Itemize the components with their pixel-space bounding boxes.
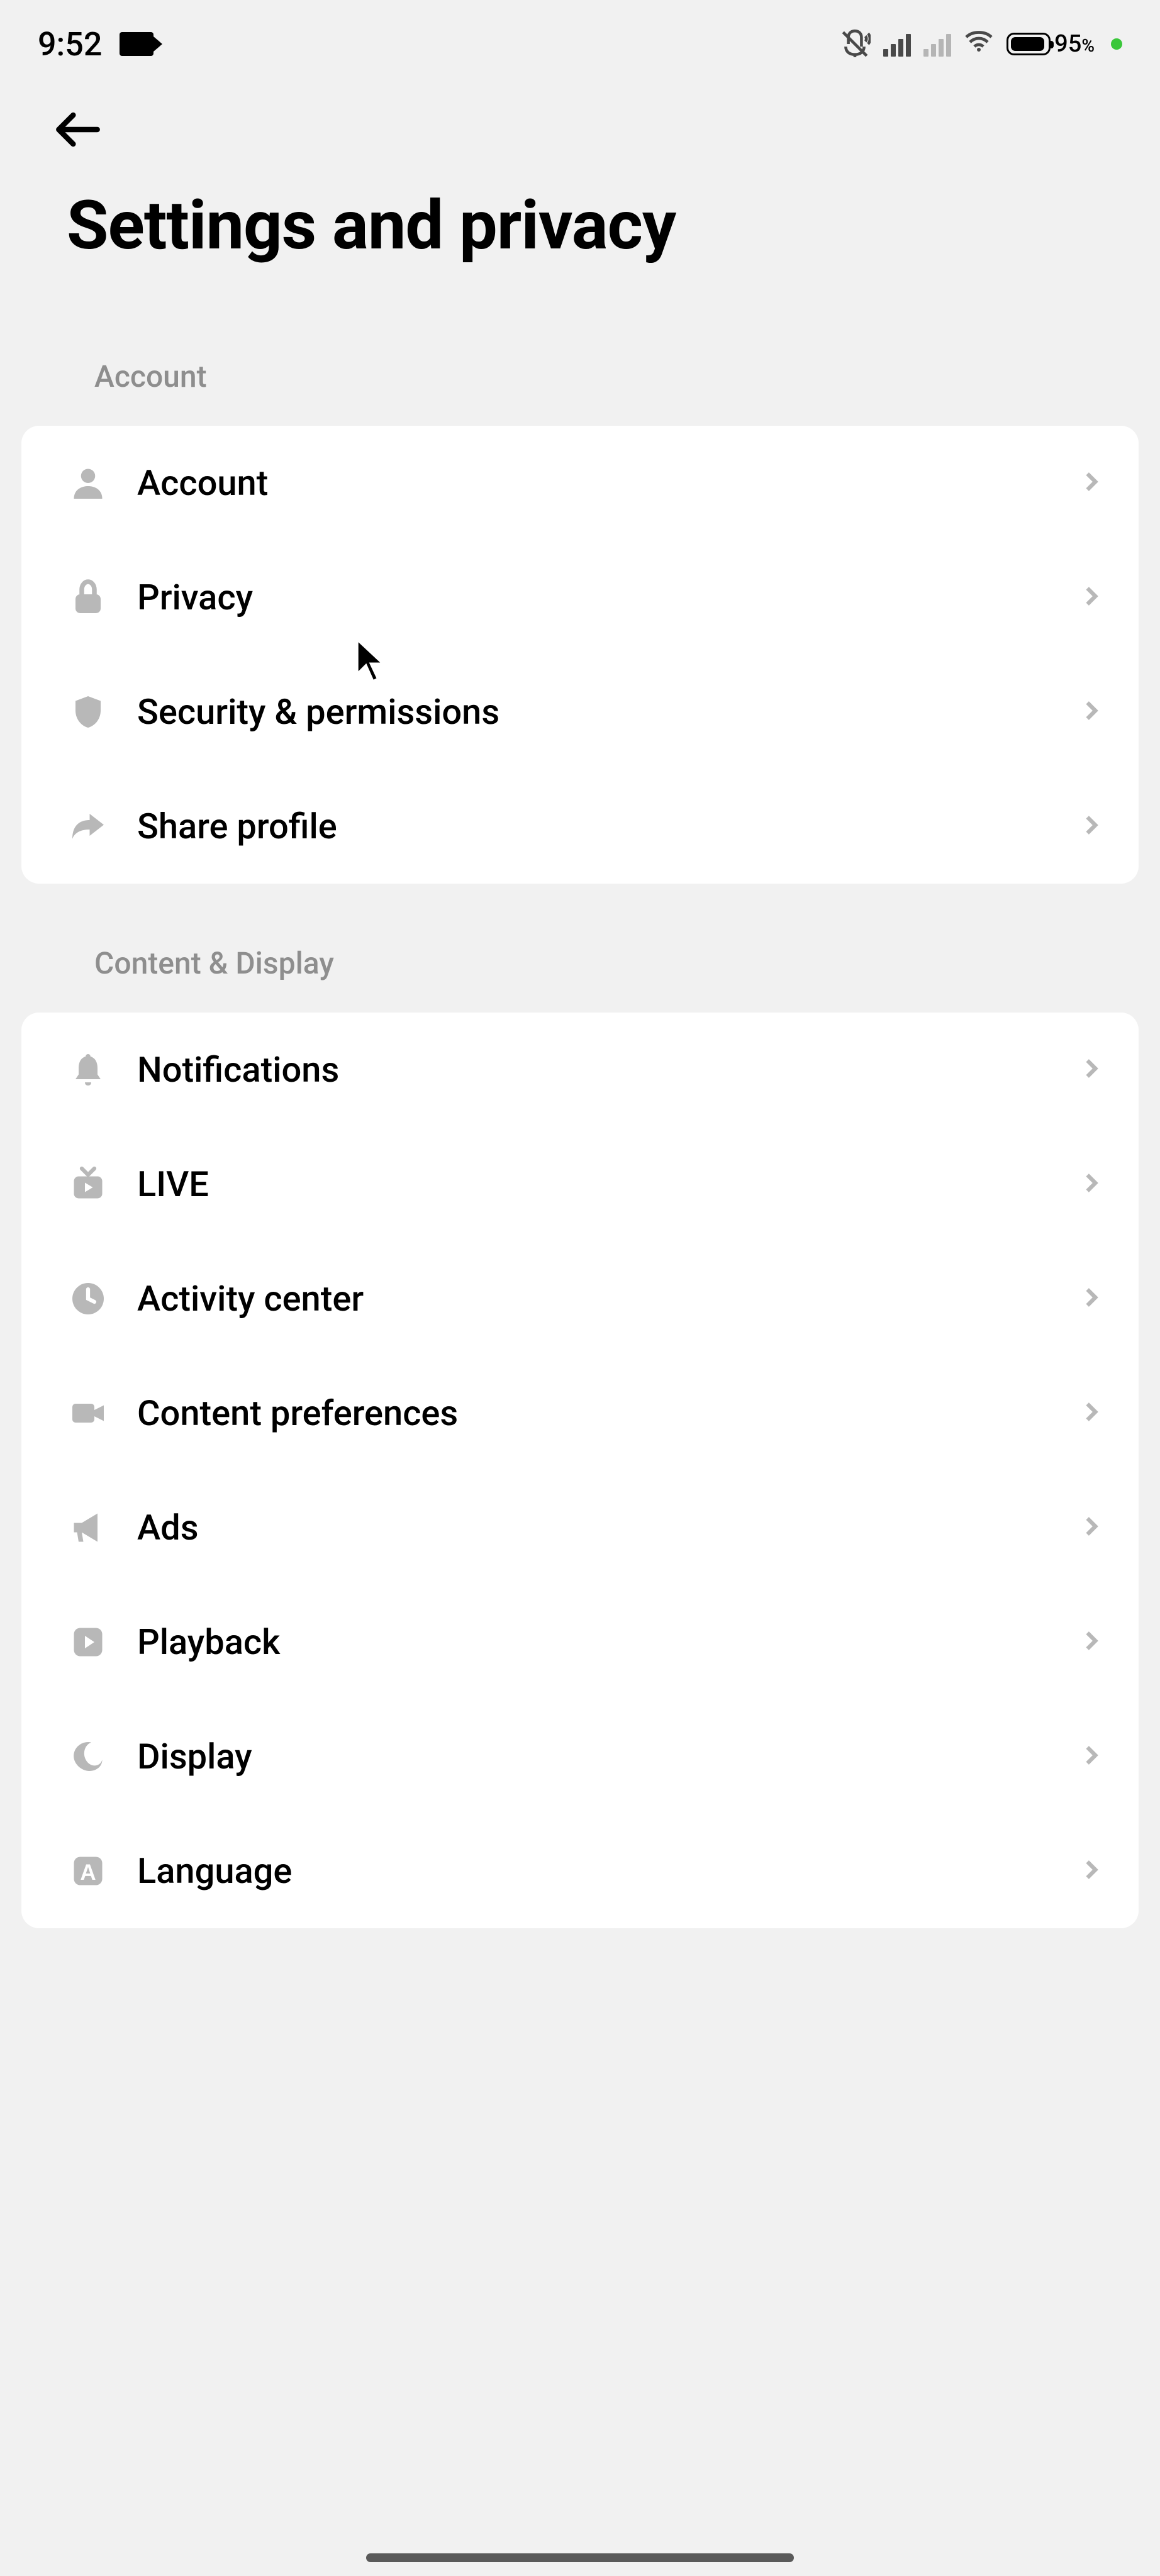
video-camera-icon bbox=[69, 1394, 107, 1432]
row-label: Ads bbox=[137, 1507, 1049, 1548]
chevron-right-icon bbox=[1079, 1285, 1103, 1312]
battery-indicator: 95% bbox=[1007, 30, 1095, 58]
chevron-right-icon bbox=[1079, 1629, 1103, 1655]
chevron-right-icon bbox=[1079, 584, 1103, 611]
row-label: Privacy bbox=[137, 577, 1049, 618]
shield-icon bbox=[69, 693, 107, 731]
row-label: Language bbox=[137, 1850, 1049, 1892]
section-header-content-display: Content & Display bbox=[0, 890, 1160, 1006]
chevron-right-icon bbox=[1079, 1858, 1103, 1884]
language-a-icon: A bbox=[69, 1852, 107, 1890]
row-label: Account bbox=[137, 462, 1049, 504]
row-content-preferences[interactable]: Content preferences bbox=[21, 1356, 1139, 1470]
chevron-right-icon bbox=[1079, 1057, 1103, 1083]
row-display[interactable]: Display bbox=[21, 1699, 1139, 1814]
bell-icon bbox=[69, 1051, 107, 1089]
row-label: Content preferences bbox=[137, 1392, 1049, 1434]
chevron-right-icon bbox=[1079, 1743, 1103, 1770]
person-icon bbox=[69, 464, 107, 502]
row-language[interactable]: A Language bbox=[21, 1814, 1139, 1928]
status-bar: 9:52 95% bbox=[0, 0, 1160, 88]
chevron-right-icon bbox=[1079, 813, 1103, 840]
signal-strength-2-icon bbox=[923, 31, 951, 57]
battery-percent: 95% bbox=[1054, 30, 1095, 58]
row-label: Display bbox=[137, 1736, 1049, 1777]
clock-icon bbox=[69, 1280, 107, 1318]
moon-icon bbox=[69, 1738, 107, 1775]
megaphone-icon bbox=[69, 1509, 107, 1546]
row-label: Share profile bbox=[137, 806, 1049, 847]
row-playback[interactable]: Playback bbox=[21, 1585, 1139, 1699]
chevron-right-icon bbox=[1079, 1514, 1103, 1541]
chevron-right-icon bbox=[1079, 1171, 1103, 1197]
mute-icon bbox=[839, 28, 871, 60]
mouse-cursor-icon bbox=[354, 635, 389, 686]
row-account[interactable]: Account bbox=[21, 426, 1139, 540]
section-header-account: Account bbox=[0, 303, 1160, 419]
camera-active-indicator-icon bbox=[1111, 38, 1122, 50]
row-label: Playback bbox=[137, 1621, 1049, 1663]
row-share-profile[interactable]: Share profile bbox=[21, 769, 1139, 884]
camera-recording-icon bbox=[120, 32, 153, 56]
signal-strength-1-icon bbox=[883, 31, 911, 57]
home-indicator[interactable] bbox=[366, 2553, 794, 2562]
row-label: Activity center bbox=[137, 1278, 1049, 1319]
wifi-icon bbox=[964, 26, 994, 63]
row-privacy[interactable]: Privacy bbox=[21, 540, 1139, 655]
card-account: Account Privacy Security & permissions S… bbox=[21, 426, 1139, 884]
share-arrow-icon bbox=[69, 808, 107, 845]
chevron-right-icon bbox=[1079, 699, 1103, 725]
row-notifications[interactable]: Notifications bbox=[21, 1013, 1139, 1127]
lock-icon bbox=[69, 579, 107, 616]
row-ads[interactable]: Ads bbox=[21, 1470, 1139, 1585]
row-label: Security & permissions bbox=[137, 691, 1049, 733]
row-label: Notifications bbox=[137, 1049, 1049, 1091]
card-content-display: Notifications LIVE Activity center Conte… bbox=[21, 1013, 1139, 1928]
svg-text:A: A bbox=[80, 1860, 96, 1885]
page-title: Settings and privacy bbox=[0, 186, 1160, 303]
row-live[interactable]: LIVE bbox=[21, 1127, 1139, 1241]
tv-live-icon bbox=[69, 1165, 107, 1203]
row-security[interactable]: Security & permissions bbox=[21, 655, 1139, 769]
back-button[interactable] bbox=[0, 88, 1160, 186]
status-time: 9:52 bbox=[38, 25, 102, 64]
play-square-icon bbox=[69, 1623, 107, 1661]
row-activity-center[interactable]: Activity center bbox=[21, 1241, 1139, 1356]
status-left: 9:52 bbox=[38, 25, 153, 64]
status-right: 95% bbox=[839, 26, 1122, 63]
chevron-right-icon bbox=[1079, 1400, 1103, 1426]
chevron-right-icon bbox=[1079, 470, 1103, 496]
row-label: LIVE bbox=[137, 1163, 1049, 1205]
